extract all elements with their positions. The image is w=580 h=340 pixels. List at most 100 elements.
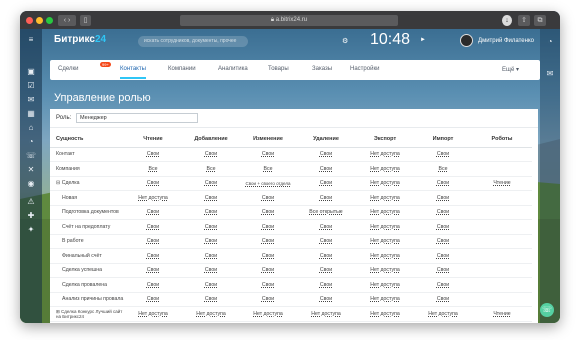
nav-tab-orders[interactable]: Заказы <box>312 66 332 72</box>
market-icon[interactable]: ✚ <box>26 211 36 221</box>
permission-select-cell[interactable]: Свои <box>414 176 472 191</box>
permission-select-cell[interactable]: Свои <box>240 205 296 220</box>
tasks-icon[interactable]: ☑ <box>26 81 36 91</box>
permission-select-cell[interactable]: Нет доступа <box>356 277 414 293</box>
permission-select-cell[interactable]: Свои <box>296 190 356 206</box>
permission-select-cell[interactable]: Свои <box>296 147 356 162</box>
permission-select-cell[interactable]: Свои <box>240 234 296 249</box>
permission-select-cell[interactable] <box>472 234 532 249</box>
permission-select-cell[interactable]: Нет доступа <box>356 190 414 206</box>
permission-select-cell[interactable]: Чтение <box>472 176 532 191</box>
permission-select-cell[interactable] <box>472 277 532 293</box>
permission-select-cell[interactable] <box>472 190 532 206</box>
permission-select-cell[interactable]: Свои <box>124 219 182 235</box>
permission-select-cell[interactable]: Свои + своего отдела <box>240 176 296 191</box>
role-name-input[interactable]: Менеджер <box>76 113 198 123</box>
tabs-icon[interactable]: ⧉ <box>534 15 546 26</box>
nav-tab-companies[interactable]: Компании <box>168 66 196 72</box>
close-window-button[interactable] <box>26 17 33 24</box>
contact-center-icon[interactable]: ☏ <box>26 151 36 161</box>
settings-icon[interactable]: ✦ <box>26 225 36 235</box>
permission-select-cell[interactable] <box>472 292 532 307</box>
help-icon[interactable]: ⚙ <box>342 37 348 45</box>
permission-select-cell[interactable] <box>472 205 532 220</box>
permission-select-cell[interactable]: Свои <box>182 219 240 235</box>
marketing-icon[interactable]: ⚠ <box>26 197 36 207</box>
permission-select-cell[interactable]: Свои <box>296 234 356 249</box>
automation-icon[interactable]: ◉ <box>26 179 36 189</box>
permission-select-cell[interactable]: Нет доступа <box>296 306 356 322</box>
permission-select-cell[interactable]: Свои <box>414 248 472 264</box>
permission-select-cell[interactable]: Нет доступа <box>182 306 240 322</box>
entity-name-cell[interactable]: ⊟ Сделка <box>50 176 124 191</box>
permission-select-cell[interactable]: Нет доступа <box>356 292 414 307</box>
permission-select-cell[interactable]: Свои <box>124 147 182 162</box>
permission-select-cell[interactable]: Свои <box>296 161 356 177</box>
permission-select-cell[interactable]: Свои <box>182 277 240 293</box>
permission-select-cell[interactable]: Свои <box>240 292 296 307</box>
permission-select-cell[interactable] <box>472 147 532 162</box>
permission-select-cell[interactable]: Свои <box>414 292 472 307</box>
permission-select-cell[interactable]: Нет доступа <box>240 306 296 322</box>
permission-select-cell[interactable]: Свои <box>124 292 182 307</box>
permission-select-cell[interactable]: Свои <box>414 205 472 220</box>
permission-select-cell[interactable]: Свои <box>414 219 472 235</box>
permission-select-cell[interactable]: Свои <box>182 176 240 191</box>
permission-select-cell[interactable]: Нет доступа <box>356 321 414 323</box>
permission-select-cell[interactable]: Чтение <box>472 306 532 322</box>
permission-select-cell[interactable]: Свои <box>414 277 472 293</box>
permission-select-cell[interactable]: Свои <box>182 205 240 220</box>
permission-select-cell[interactable]: Нет доступа <box>182 321 240 323</box>
permission-select-cell[interactable]: Свои <box>124 277 182 293</box>
menu-hamburger-icon[interactable]: ≡ <box>26 35 36 45</box>
permission-select-cell[interactable] <box>472 263 532 278</box>
permission-select-cell[interactable]: Нет доступа <box>124 306 182 322</box>
permission-select-cell[interactable]: Свои <box>296 292 356 307</box>
permission-select-cell[interactable]: Все открытые <box>296 205 356 220</box>
permission-select-cell[interactable]: Нет доступа <box>414 321 472 323</box>
open-chat-button[interactable]: ☏ <box>540 303 554 317</box>
share-icon[interactable]: ⇧ <box>518 15 530 26</box>
permission-select-cell[interactable]: Свои <box>240 147 296 162</box>
messenger-icon[interactable]: ✉ <box>545 69 555 79</box>
notifications-icon[interactable]: ◔ <box>545 37 555 47</box>
user-avatar[interactable] <box>460 34 473 47</box>
permission-select-cell[interactable]: Свои <box>124 248 182 264</box>
permission-select-cell[interactable]: Свои <box>124 263 182 278</box>
permission-select-cell[interactable]: Чтение <box>472 321 532 323</box>
minimize-window-button[interactable] <box>36 17 43 24</box>
crm-icon[interactable]: ◔ <box>26 137 36 147</box>
user-name[interactable]: Дмитрий Филатенко <box>478 38 534 44</box>
permission-select-cell[interactable]: Нет доступа <box>356 234 414 249</box>
sidebar-toggle-icon[interactable]: ▯ <box>80 15 91 26</box>
timer-toggle-icon[interactable]: ► <box>420 37 426 43</box>
sites-icon[interactable]: ✕ <box>26 165 36 175</box>
permission-select-cell[interactable]: Нет доступа <box>356 248 414 264</box>
permission-select-cell[interactable]: Нет доступа <box>124 321 182 323</box>
permission-select-cell[interactable]: Нет доступа <box>356 147 414 162</box>
entity-name-cell[interactable]: ⊞ Сделка Мероприятия <box>50 321 124 323</box>
permission-select-cell[interactable]: Нет доступа <box>356 161 414 177</box>
permission-select-cell[interactable]: Нет доступа <box>356 219 414 235</box>
chat-icon[interactable]: ✉ <box>26 95 36 105</box>
permission-select-cell[interactable]: Нет доступа <box>356 205 414 220</box>
nav-tab-contacts[interactable]: Контакты <box>120 66 146 72</box>
entity-name-cell[interactable]: ⊞ Сделка Конкурс Лучший сайт на Битрикс2… <box>50 306 124 322</box>
permission-select-cell[interactable]: Свои <box>124 205 182 220</box>
permission-select-cell[interactable]: Свои <box>240 190 296 206</box>
permission-select-cell[interactable]: Нет доступа <box>124 190 182 206</box>
clock[interactable]: 10:48 <box>370 31 410 49</box>
permission-select-cell[interactable] <box>472 161 532 177</box>
permission-select-cell[interactable]: Свои <box>296 263 356 278</box>
permission-select-cell[interactable]: Все <box>124 161 182 177</box>
maximize-window-button[interactable] <box>46 17 53 24</box>
permission-select-cell[interactable]: Нет доступа <box>296 321 356 323</box>
permission-select-cell[interactable]: Нет доступа <box>356 306 414 322</box>
permission-select-cell[interactable]: Свои <box>240 219 296 235</box>
permission-select-cell[interactable]: Свои <box>296 219 356 235</box>
permission-select-cell[interactable]: Свои <box>240 277 296 293</box>
permission-select-cell[interactable]: Свои <box>296 277 356 293</box>
permission-select-cell[interactable]: Свои <box>414 147 472 162</box>
global-search-input[interactable]: искать сотрудников, документы, прочее <box>138 36 248 47</box>
permission-select-cell[interactable]: Свои <box>414 263 472 278</box>
